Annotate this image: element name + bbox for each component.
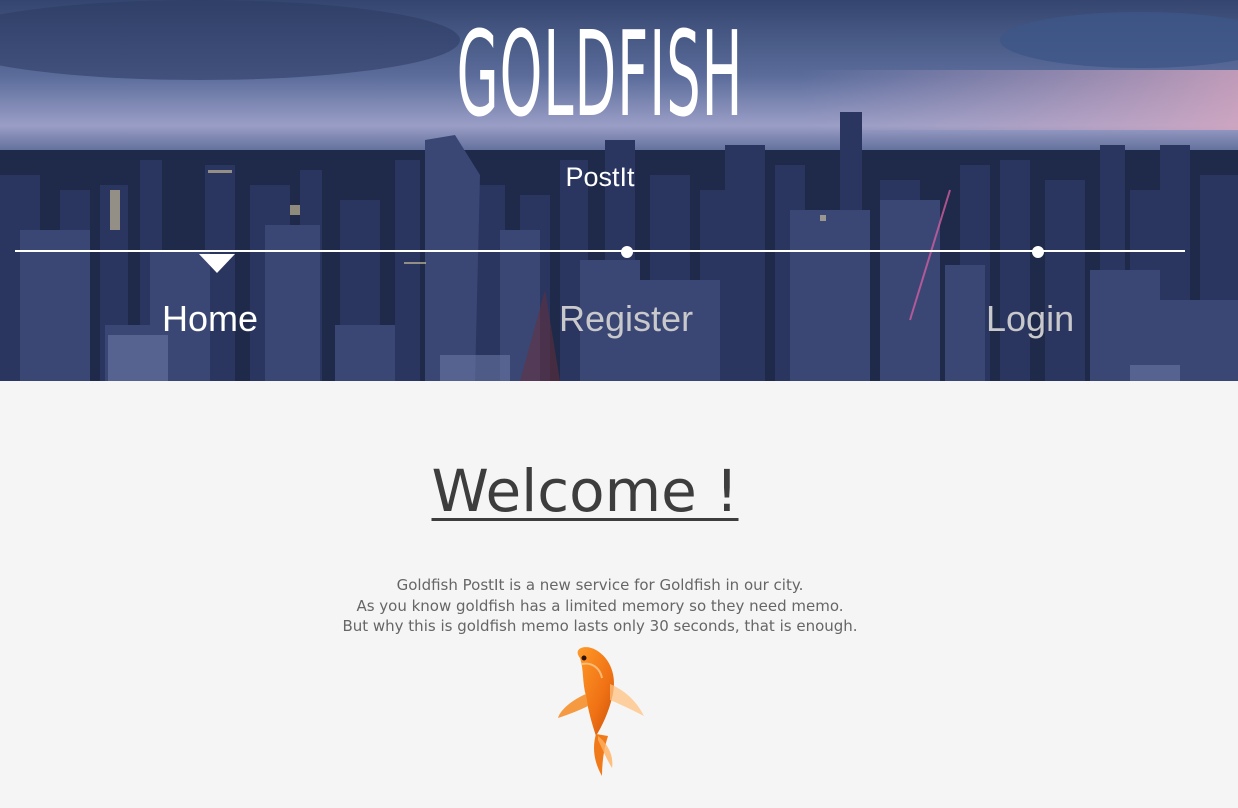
nav-divider-line <box>15 250 1185 252</box>
hero-banner: GOLDFISH PostIt Home Register Login <box>0 0 1238 381</box>
intro-line: But why this is goldfish memo lasts only… <box>342 617 858 635</box>
site-subtitle: PostIt <box>565 162 635 192</box>
welcome-heading: Welcome ! <box>431 457 739 525</box>
nav-dot-login-icon <box>1032 246 1044 258</box>
nav-link-login[interactable]: Login <box>986 298 1074 340</box>
active-nav-triangle-icon <box>199 254 235 273</box>
intro-line: Goldfish PostIt is a new service for Gol… <box>396 576 804 594</box>
nav-link-home[interactable]: Home <box>162 298 258 340</box>
goldfish-image <box>558 647 644 776</box>
nav-dot-register-icon <box>621 246 633 258</box>
intro-line: As you know goldfish has a limited memor… <box>356 596 844 615</box>
intro-paragraph: Goldfish PostIt is a new service for Gol… <box>0 575 1200 637</box>
site-logo[interactable]: GOLDFISH <box>324 12 876 136</box>
nav-link-register[interactable]: Register <box>559 298 693 340</box>
